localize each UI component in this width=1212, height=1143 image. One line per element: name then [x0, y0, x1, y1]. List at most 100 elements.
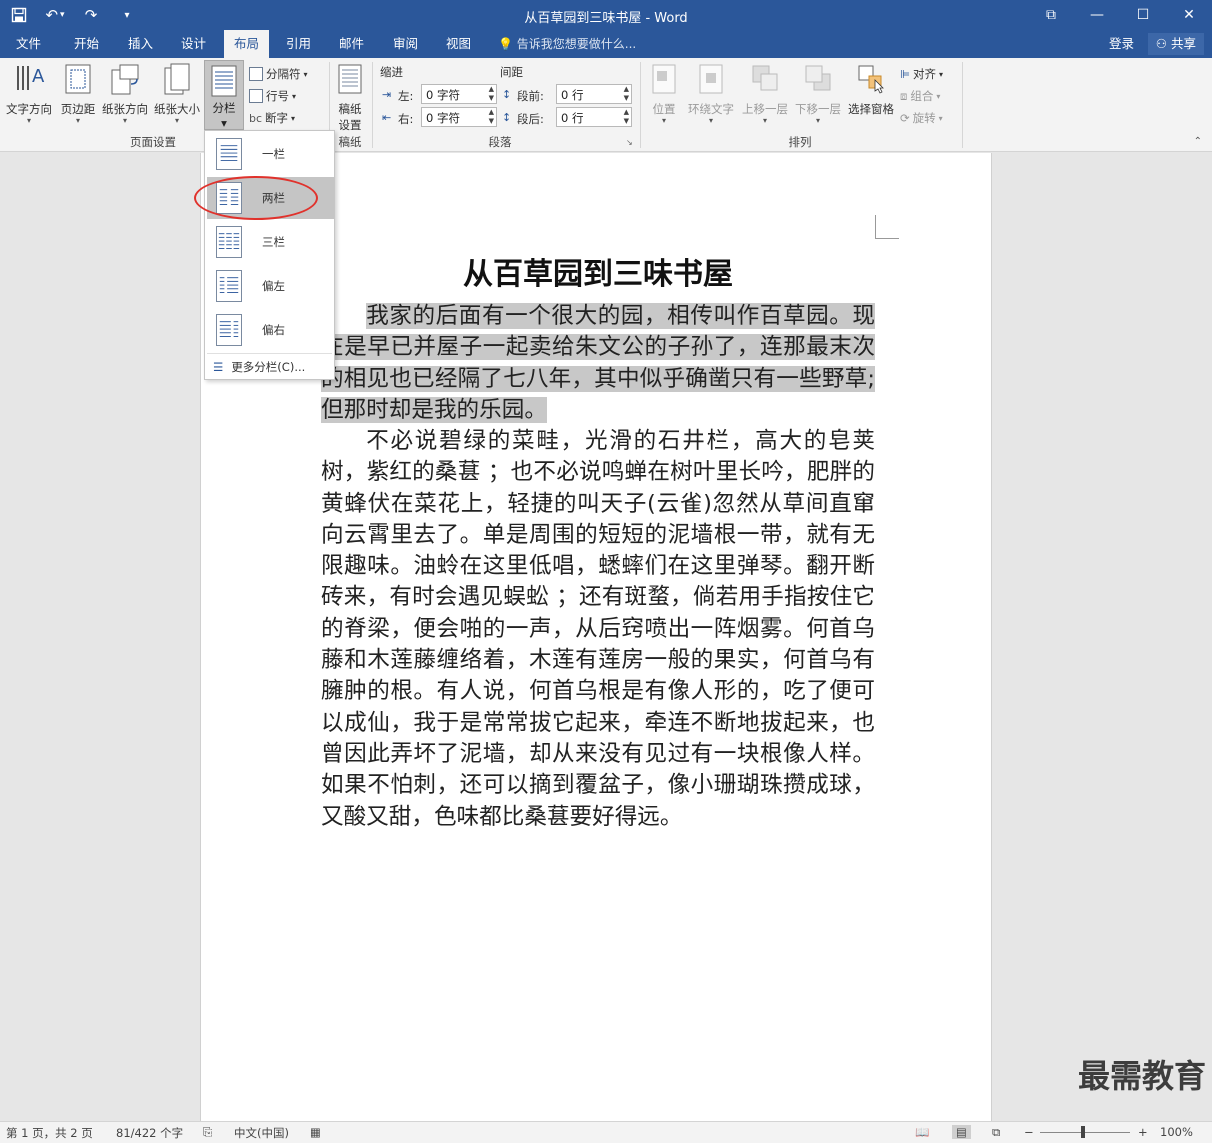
ribbon-layout: A 文字方向 ▾ 页边距 ▾ 纸张方向 ▾ 纸张大小 ▾ 分栏 ▾ 分隔符 ▾ 行号 ▾ bc…: [0, 58, 1212, 152]
orientation-button[interactable]: 纸张方向 ▾: [100, 62, 150, 125]
login-link[interactable]: 登录: [1109, 30, 1134, 58]
paragraph-2[interactable]: 不必说碧绿的菜畦，光滑的石井栏，高大的皂荚树，紫红的桑葚 ；也不必说鸣蝉在树叶里…: [321, 426, 875, 833]
columns-icon: [211, 65, 237, 97]
zoom-out-button[interactable]: −: [1024, 1125, 1034, 1139]
status-bar: 第 1 页，共 2 页 81/422 个字 ⎘ 中文(中国) ▦ 📖 ▤ ⧉ −…: [0, 1121, 1212, 1143]
page-count[interactable]: 第 1 页，共 2 页: [6, 1125, 93, 1141]
vertical-scrollbar[interactable]: [1195, 153, 1212, 1121]
three-columns-icon: [216, 226, 242, 258]
indent-label: 缩进: [380, 65, 403, 79]
paragraph-dialog-launcher-icon[interactable]: ↘: [626, 138, 633, 147]
indent-left-label: 左:: [398, 89, 414, 103]
columns-option-left[interactable]: 偏左: [207, 265, 334, 307]
svg-text:A: A: [32, 66, 45, 87]
wrap-text-button[interactable]: 环绕文字 ▾: [684, 62, 738, 125]
group-icon: ⧈: [900, 88, 908, 103]
macro-icon[interactable]: ▦: [310, 1125, 321, 1139]
tab-insert[interactable]: 插入: [118, 30, 163, 58]
indent-left-icon: ⇥: [382, 88, 392, 101]
close-icon[interactable]: ✕: [1166, 0, 1212, 30]
person-add-icon: ⚇: [1155, 36, 1167, 51]
zoom-level[interactable]: 100%: [1160, 1125, 1193, 1139]
document-title: 从百草园到三味书屋: [463, 257, 733, 292]
tell-me-search[interactable]: 💡 告诉我您想要做什么...: [498, 30, 636, 58]
minimize-icon[interactable]: —: [1074, 0, 1120, 30]
position-icon: [652, 64, 676, 94]
bring-forward-icon: [752, 65, 778, 91]
space-after-label: 段后:: [517, 112, 544, 126]
tab-file[interactable]: 文件: [6, 30, 51, 58]
group-label-draft: 稿纸: [338, 135, 362, 149]
wrap-text-icon: [699, 64, 723, 94]
dropdown-separator: [207, 353, 332, 354]
zoom-in-button[interactable]: +: [1138, 1125, 1148, 1139]
space-before-icon: ↕: [502, 88, 512, 101]
maximize-icon[interactable]: ☐: [1120, 0, 1166, 30]
tab-view[interactable]: 视图: [436, 30, 481, 58]
ribbon-display-options-icon[interactable]: ⧉: [1028, 0, 1074, 30]
tab-layout[interactable]: 布局: [224, 30, 270, 58]
breaks-icon: [249, 67, 263, 81]
tab-design[interactable]: 设计: [171, 30, 216, 58]
margin-corner-marker: [875, 215, 899, 239]
line-numbers-button[interactable]: 行号 ▾: [249, 86, 296, 106]
space-before-input[interactable]: 0 行 ▲ ▼: [556, 84, 632, 104]
zoom-slider[interactable]: [1040, 1132, 1130, 1133]
tab-review[interactable]: 审阅: [383, 30, 428, 58]
highlight-annotation-ring: [194, 176, 318, 220]
draft-paper-icon: [338, 64, 362, 94]
columns-option-one[interactable]: 一栏: [207, 133, 334, 175]
send-backward-button[interactable]: 下移一层 ▾: [792, 62, 844, 125]
group-label-page-setup: 页面设置: [130, 135, 176, 149]
indent-right-input[interactable]: 0 字符 ▲ ▼: [421, 107, 497, 127]
position-button[interactable]: 位置 ▾: [646, 62, 682, 125]
web-layout-icon[interactable]: ⧉: [992, 1125, 1000, 1140]
word-count[interactable]: 81/422 个字: [116, 1125, 183, 1141]
line-numbers-icon: [249, 89, 263, 103]
more-columns-option[interactable]: ☰ 更多分栏(C)...: [213, 359, 305, 375]
rotate-icon: ⟳: [900, 111, 910, 125]
zoom-slider-thumb[interactable]: [1081, 1126, 1085, 1138]
selection-pane-icon: [858, 65, 884, 94]
columns-dropdown: 一栏 两栏 三栏 偏左 偏右 ☰ 更多分栏(C)...: [204, 130, 335, 380]
indent-right-icon: ⇤: [382, 111, 392, 124]
align-button[interactable]: ⊫ 对齐 ▾: [900, 64, 943, 84]
tab-mailings[interactable]: 邮件: [329, 30, 374, 58]
watermark-logo: 最需教育: [1077, 1057, 1206, 1095]
columns-button[interactable]: 分栏 ▾: [204, 60, 244, 130]
orientation-icon: [111, 64, 139, 95]
paragraph-1[interactable]: 我家的后面有一个很大的园，相传叫作百草园。现在是早已并屋子一起卖给朱文公的子孙了…: [321, 301, 875, 426]
text-direction-button[interactable]: A 文字方向 ▾: [4, 62, 54, 125]
selected-text: 我家的后面有一个很大的园，相传叫作百草园。现在是早已并屋子一起卖给朱文公的子孙了…: [321, 303, 875, 423]
share-button[interactable]: ⚇ 共享: [1147, 33, 1204, 55]
align-icon: ⊫: [900, 67, 911, 81]
columns-option-three[interactable]: 三栏: [207, 221, 334, 263]
collapse-ribbon-icon[interactable]: ⌃: [1194, 136, 1202, 147]
left-column-icon: [216, 270, 242, 302]
read-mode-icon[interactable]: 📖: [915, 1125, 929, 1139]
paper-size-icon: [164, 63, 190, 95]
group-label-arrange: 排列: [788, 135, 812, 149]
hyphenation-button[interactable]: bc 断字 ▾: [249, 108, 295, 128]
draft-settings-button[interactable]: 稿纸 设置: [333, 62, 367, 133]
rotate-button[interactable]: ⟳ 旋转 ▾: [900, 108, 943, 128]
size-button[interactable]: 纸张大小 ▾: [152, 62, 202, 125]
bring-forward-button[interactable]: 上移一层 ▾: [739, 62, 791, 125]
language-indicator[interactable]: 中文(中国): [234, 1125, 289, 1141]
tab-home[interactable]: 开始: [64, 30, 109, 58]
ribbon-tabs: 文件 开始 插入 设计 布局 引用 邮件 审阅 视图 💡 告诉我您想要做什么..…: [0, 30, 1212, 58]
margins-button[interactable]: 页边距 ▾: [58, 62, 98, 125]
space-after-input[interactable]: 0 行 ▲ ▼: [556, 107, 632, 127]
right-column-icon: [216, 314, 242, 346]
selection-pane-button[interactable]: 选择窗格: [845, 62, 897, 117]
group-button[interactable]: ⧈ 组合 ▾: [900, 86, 940, 106]
title-bar: ↶ ▾ ↷ ▾ 从百草园到三味书屋 - Word ⧉ — ☐ ✕: [0, 0, 1212, 30]
proofing-icon[interactable]: ⎘: [203, 1125, 212, 1140]
group-label-paragraph: 段落: [488, 135, 512, 149]
tab-references[interactable]: 引用: [276, 30, 321, 58]
indent-left-input[interactable]: 0 字符 ▲ ▼: [421, 84, 497, 104]
columns-option-right[interactable]: 偏右: [207, 309, 334, 351]
text-direction-icon: A: [17, 66, 45, 90]
print-layout-icon[interactable]: ▤: [952, 1125, 971, 1139]
breaks-button[interactable]: 分隔符 ▾: [249, 64, 308, 84]
